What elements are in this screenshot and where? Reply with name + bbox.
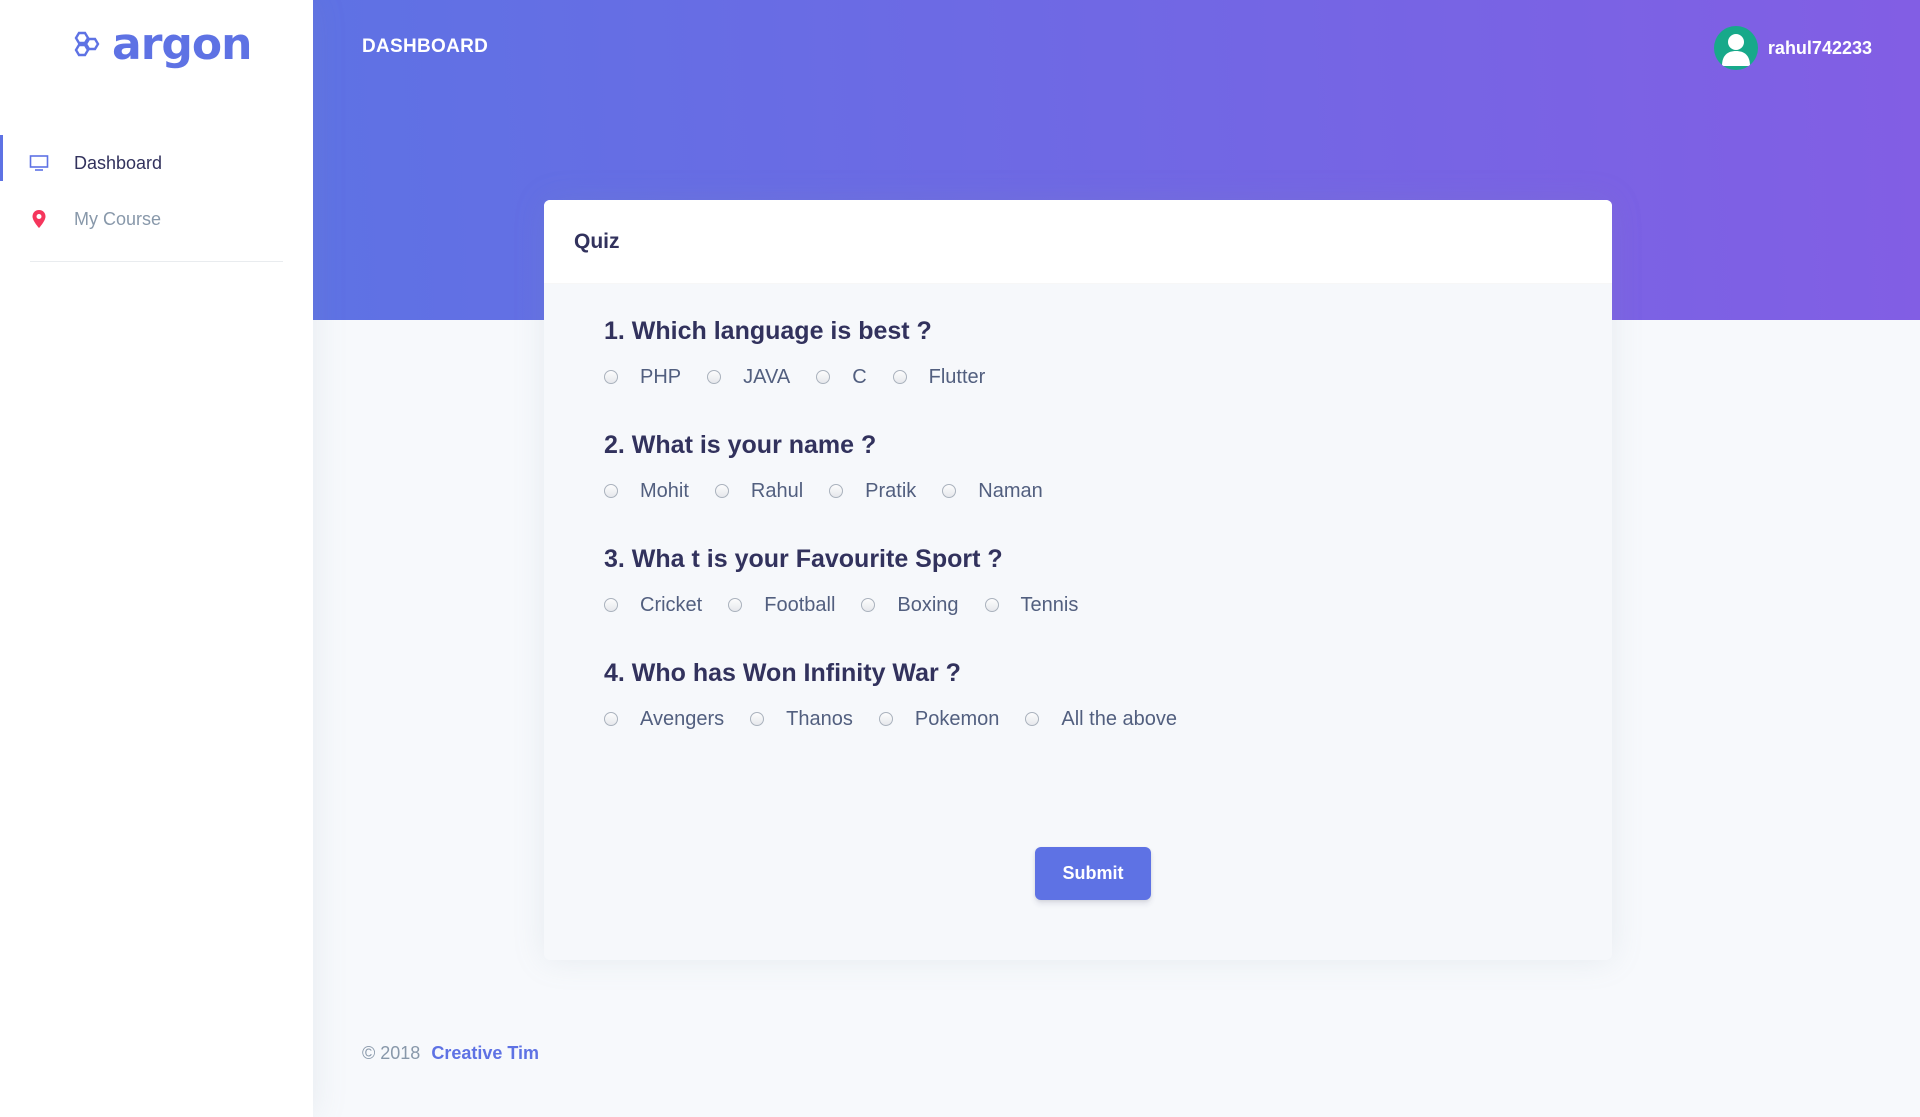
- option-label: Cricket: [640, 593, 703, 616]
- radio-button[interactable]: [604, 598, 618, 612]
- option-tennis[interactable]: Tennis: [984, 593, 1079, 617]
- radio-button[interactable]: [892, 370, 907, 384]
- option-football[interactable]: Football: [728, 594, 835, 617]
- sidebar-item-dashboard[interactable]: Dashboard: [0, 135, 313, 191]
- radio-button[interactable]: [878, 712, 893, 726]
- option-flutter[interactable]: Flutter: [892, 365, 986, 389]
- options-group: PHP JAVA C Flutter: [604, 364, 1612, 390]
- footer: © 2018 Creative Tim: [362, 1043, 539, 1064]
- user-avatar-icon: [1713, 26, 1758, 70]
- monitor-icon: [28, 152, 50, 174]
- option-label: All the above: [1061, 707, 1177, 730]
- sidebar-nav: Dashboard My Course: [0, 135, 313, 247]
- quiz-card: Quiz 1. Which language is best ? PHP JAV…: [544, 200, 1612, 960]
- card-title: Quiz: [574, 229, 620, 253]
- copyright-text: © 2018: [362, 1043, 421, 1063]
- option-java[interactable]: JAVA: [707, 366, 790, 389]
- radio-button[interactable]: [728, 598, 743, 612]
- question-1: 1. Which language is best ? PHP JAVA C F…: [604, 314, 1612, 390]
- hexagons-logo-icon: [74, 31, 100, 57]
- question-text: 4. Who has Won Infinity War ?: [604, 659, 961, 687]
- radio-button[interactable]: [984, 598, 999, 612]
- option-all-the-above[interactable]: All the above: [1025, 708, 1177, 731]
- question-3: 3. Wha t is your Favourite Sport ? Crick…: [604, 542, 1612, 618]
- radio-button[interactable]: [604, 370, 618, 384]
- question-text: 1. Which language is best ?: [604, 317, 932, 345]
- card-body: 1. Which language is best ? PHP JAVA C F…: [544, 284, 1612, 900]
- option-php[interactable]: PHP: [604, 366, 681, 389]
- map-pin-icon: [28, 208, 50, 230]
- option-label: Rahul: [750, 479, 804, 502]
- page-title[interactable]: DASHBOARD: [362, 36, 488, 58]
- option-c[interactable]: C: [816, 365, 867, 389]
- options-group: Cricket Football Boxing Tennis: [604, 592, 1612, 618]
- option-label: PHP: [640, 365, 682, 388]
- option-label: Pokemon: [914, 707, 1000, 730]
- radio-button[interactable]: [829, 484, 844, 498]
- option-label: C: [852, 365, 867, 388]
- option-pokemon[interactable]: Pokemon: [878, 707, 1000, 731]
- option-label: Pratik: [865, 479, 917, 502]
- brand-logo[interactable]: argon: [70, 19, 252, 70]
- card-header: Quiz: [544, 200, 1612, 284]
- option-label: Naman: [978, 479, 1043, 502]
- sidebar-divider: [30, 261, 283, 262]
- radio-button[interactable]: [816, 370, 831, 384]
- option-label: Flutter: [928, 365, 986, 388]
- radio-button[interactable]: [1025, 712, 1040, 726]
- radio-button[interactable]: [604, 712, 618, 726]
- sidebar: argon Dashboard My Course: [0, 0, 313, 1117]
- option-thanos[interactable]: Thanos: [750, 708, 853, 731]
- option-label: Football: [764, 593, 836, 616]
- radio-button[interactable]: [942, 484, 957, 498]
- radio-button[interactable]: [707, 370, 722, 384]
- username: rahul742233: [1767, 37, 1872, 58]
- sidebar-item-my-course[interactable]: My Course: [0, 191, 313, 247]
- option-pratik[interactable]: Pratik: [829, 480, 916, 503]
- question-text: 2. What is your name ?: [604, 431, 877, 459]
- radio-button[interactable]: [861, 598, 876, 612]
- options-group: Mohit Rahul Pratik Naman: [604, 478, 1612, 504]
- sidebar-item-label: Dashboard: [74, 152, 163, 173]
- submit-button[interactable]: Submit: [1035, 847, 1151, 900]
- option-label: Avengers: [640, 707, 725, 730]
- option-cricket[interactable]: Cricket: [604, 594, 702, 617]
- option-mohit[interactable]: Mohit: [604, 480, 689, 503]
- option-label: Tennis: [1020, 593, 1079, 616]
- option-naman[interactable]: Naman: [942, 479, 1043, 503]
- option-boxing[interactable]: Boxing: [861, 593, 959, 617]
- question-text: 3. Wha t is your Favourite Sport ?: [604, 545, 1003, 573]
- question-4: 4. Who has Won Infinity War ? Avengers T…: [604, 656, 1612, 732]
- option-rahul[interactable]: Rahul: [714, 479, 804, 503]
- option-label: Thanos: [786, 707, 853, 730]
- options-group: Avengers Thanos Pokemon All the above: [604, 706, 1612, 732]
- creative-tim-link[interactable]: Creative Tim: [431, 1043, 539, 1063]
- brand-name: argon: [112, 19, 252, 70]
- radio-button[interactable]: [750, 712, 765, 726]
- question-2: 2. What is your name ? Mohit Rahul Prati…: [604, 428, 1612, 504]
- option-label: Boxing: [897, 593, 959, 616]
- user-menu[interactable]: rahul742233: [1713, 26, 1872, 70]
- option-avengers[interactable]: Avengers: [604, 708, 724, 731]
- option-label: Mohit: [640, 479, 689, 502]
- radio-button[interactable]: [604, 484, 618, 498]
- option-label: JAVA: [743, 365, 791, 388]
- sidebar-item-label: My Course: [74, 208, 162, 229]
- submit-wrapper: Submit: [1035, 847, 1151, 900]
- radio-button[interactable]: [714, 484, 729, 498]
